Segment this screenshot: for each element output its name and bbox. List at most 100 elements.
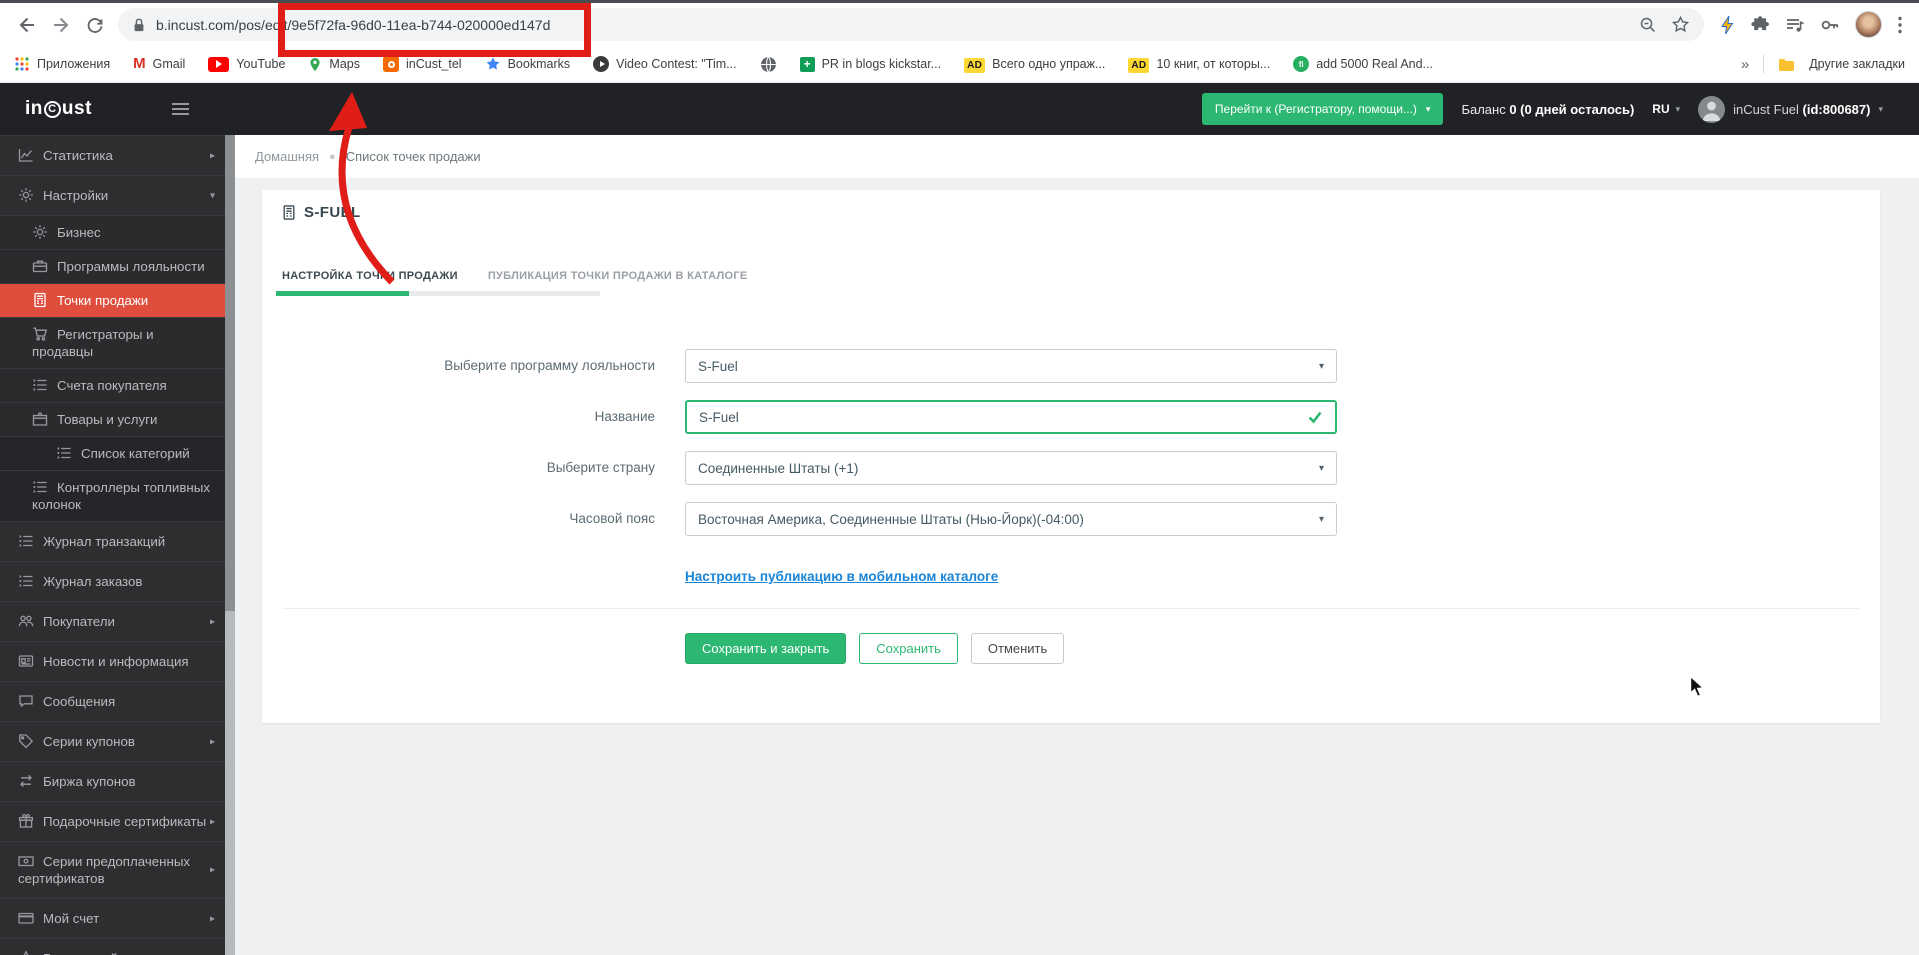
- sidebar-item[interactable]: Контроллеры топливных колонок: [0, 470, 225, 521]
- sidebar-scrollbar-thumb[interactable]: [225, 135, 235, 611]
- bookmark-item[interactable]: Bookmarks: [485, 56, 571, 72]
- folder-icon: [1778, 57, 1795, 72]
- bookmark-item[interactable]: YouTube: [208, 56, 285, 72]
- bookmarks-overflow-chevron[interactable]: »: [1741, 56, 1749, 73]
- tab[interactable]: НАСТРОЙКА ТОЧКИ ПРОДАЖИ: [282, 270, 458, 282]
- tab[interactable]: ПУБЛИКАЦИЯ ТОЧКИ ПРОДАЖИ В КАТАЛОГЕ: [488, 270, 748, 282]
- bookmark-item[interactable]: [760, 56, 777, 73]
- bookmark-item[interactable]: Video Contest: "Tim...: [593, 56, 737, 72]
- hamburger-menu-icon[interactable]: [172, 103, 189, 115]
- browser-profile-avatar[interactable]: [1855, 11, 1882, 38]
- pos-icon: [282, 204, 296, 221]
- sidebar-item[interactable]: Новости и информация: [0, 641, 225, 681]
- zoom-page-icon[interactable]: [1638, 15, 1657, 34]
- sidebar-item[interactable]: Сообщения: [0, 681, 225, 721]
- lock-icon: [132, 17, 146, 33]
- mobile-catalog-link[interactable]: Настроить публикацию в мобильном каталог…: [685, 569, 998, 584]
- sidebar-item[interactable]: Бизнес: [0, 215, 225, 249]
- sidebar-item[interactable]: Точки продажи: [0, 283, 225, 317]
- lightning-extension-icon[interactable]: [1718, 15, 1736, 35]
- sidebar-item-label: Новости и информация: [43, 654, 189, 669]
- address-bar[interactable]: b.incust.com/pos/edit/9e5f72fa-96d0-11ea…: [118, 8, 1704, 41]
- sidebar-item[interactable]: Настройки ▾: [0, 175, 225, 215]
- maps-icon: [308, 56, 322, 73]
- field-label: Название: [594, 409, 655, 424]
- sidebar-item-label: Программы лояльности: [57, 259, 205, 274]
- chart-line-icon: [18, 147, 34, 163]
- sidebar-item[interactable]: Счета покупателя: [0, 368, 225, 402]
- puzzle-extension-icon[interactable]: [1751, 15, 1770, 34]
- save-button[interactable]: Сохранить: [859, 633, 958, 664]
- bookmark-label: Всего одно упраж...: [992, 57, 1106, 71]
- sidebar-item[interactable]: Мой счет ▸: [0, 898, 225, 938]
- bookmark-item[interactable]: Maps: [308, 56, 360, 73]
- browser-menu-icon[interactable]: [1897, 15, 1903, 35]
- sidebar-item[interactable]: Журнал транзакций: [0, 521, 225, 561]
- bookmark-item[interactable]: M Gmail: [133, 55, 185, 73]
- news-icon: [18, 653, 34, 669]
- sidebar-item[interactable]: Статистика ▸: [0, 135, 225, 175]
- select-field[interactable]: Восточная Америка, Соединенные Штаты (Нь…: [685, 502, 1337, 536]
- sidebar-item[interactable]: Журнал заказов: [0, 561, 225, 601]
- bookmark-item[interactable]: fi add 5000 Real And...: [1293, 56, 1433, 72]
- sidebar-item[interactable]: Покупатели ▸: [0, 601, 225, 641]
- form-row: Часовой пояс Восточная Америка, Соединен…: [262, 502, 1880, 536]
- browser-toolbar: b.incust.com/pos/edit/9e5f72fa-96d0-11ea…: [0, 3, 1919, 46]
- key-extension-icon[interactable]: [1820, 15, 1840, 35]
- sidebar-item-label: Рекомендуйте нас: [43, 951, 156, 955]
- bookmark-item[interactable]: AD 10 книг, от которы...: [1128, 55, 1270, 73]
- language-selector[interactable]: RU ▾: [1652, 102, 1680, 116]
- list-icon: [18, 533, 34, 549]
- select-field[interactable]: S-Fuel ▾: [685, 349, 1337, 383]
- main-content: Домашняя ● Список точек продажи S-FUEL Н…: [235, 135, 1919, 955]
- field-label: Выберите страну: [546, 460, 655, 475]
- gmail-icon: M: [133, 55, 146, 72]
- pos-settings-card: S-FUEL НАСТРОЙКА ТОЧКИ ПРОДАЖИ ПУБЛИКАЦИЯ…: [262, 190, 1880, 723]
- bookmark-label: PR in blogs kickstar...: [821, 57, 942, 71]
- account-menu[interactable]: inCust Fuel (id:800687) ▾: [1698, 95, 1883, 123]
- other-bookmarks-label[interactable]: Другие закладки: [1809, 57, 1905, 71]
- bookmark-item[interactable]: + PR in blogs kickstar...: [799, 56, 942, 72]
- bookmark-item[interactable]: Приложения: [14, 56, 110, 72]
- bookmarks-separator: [1763, 55, 1765, 73]
- sidebar-item[interactable]: Подарочные сертификаты ▸: [0, 801, 225, 841]
- sidebar-item[interactable]: Товары и услуги: [0, 402, 225, 436]
- bookmark-label: Bookmarks: [507, 57, 571, 71]
- gear-icon: [32, 224, 48, 240]
- goto-registrar-button[interactable]: Перейти к (Регистратору, помощи...) ▾: [1201, 93, 1444, 125]
- video-icon: [593, 56, 610, 72]
- youtube-icon: [208, 56, 230, 72]
- sidebar-item[interactable]: Серии предоплаченных сертификатов ▸: [0, 841, 225, 898]
- save-and-close-button[interactable]: Сохранить и закрыть: [685, 633, 847, 664]
- chevron-right-icon: ▸: [209, 816, 215, 827]
- extensions-area: [1712, 11, 1909, 38]
- playlist-extension-icon[interactable]: [1785, 15, 1805, 35]
- sidebar-item[interactable]: Биржа купонов: [0, 761, 225, 801]
- sidebar-scrollbar[interactable]: [225, 135, 235, 955]
- bookmark-label: 10 книг, от которы...: [1156, 57, 1271, 71]
- bookmark-star-icon[interactable]: [1671, 15, 1690, 34]
- sidebar-item[interactable]: Регистраторы и продавцы: [0, 317, 225, 368]
- name-input[interactable]: [699, 409, 1307, 425]
- breadcrumb-home[interactable]: Домашняя: [255, 149, 319, 164]
- form-row: Выберите программу лояльности S-Fuel ▾: [262, 349, 1880, 383]
- bookmark-label: Video Contest: "Tim...: [616, 57, 737, 71]
- reload-button[interactable]: [78, 8, 112, 42]
- sidebar-item[interactable]: Серии купонов ▸: [0, 721, 225, 761]
- bookmark-item[interactable]: AD Всего одно упраж...: [964, 55, 1105, 73]
- pos-grid-icon: [32, 292, 48, 308]
- sidebar-item[interactable]: Рекомендуйте нас: [0, 938, 225, 955]
- breadcrumb: Домашняя ● Список точек продажи: [235, 135, 1919, 178]
- cancel-button[interactable]: Отменить: [970, 633, 1065, 664]
- globe-icon: [760, 56, 777, 73]
- sidebar-item[interactable]: Список категорий: [0, 436, 225, 470]
- sidebar-item[interactable]: Программы лояльности: [0, 249, 225, 283]
- forward-button[interactable]: [44, 8, 78, 42]
- select-field[interactable]: Соединенные Штаты (+1) ▾: [685, 451, 1337, 485]
- sidebar-item-label: Счета покупателя: [57, 378, 167, 393]
- chevron-right-icon: ▸: [209, 913, 215, 924]
- back-button[interactable]: [10, 8, 44, 42]
- chevron-right-icon: ▸: [209, 616, 215, 627]
- sidebar-item-label: Биржа купонов: [43, 774, 136, 789]
- bookmark-item[interactable]: inCust_tel: [383, 56, 462, 72]
